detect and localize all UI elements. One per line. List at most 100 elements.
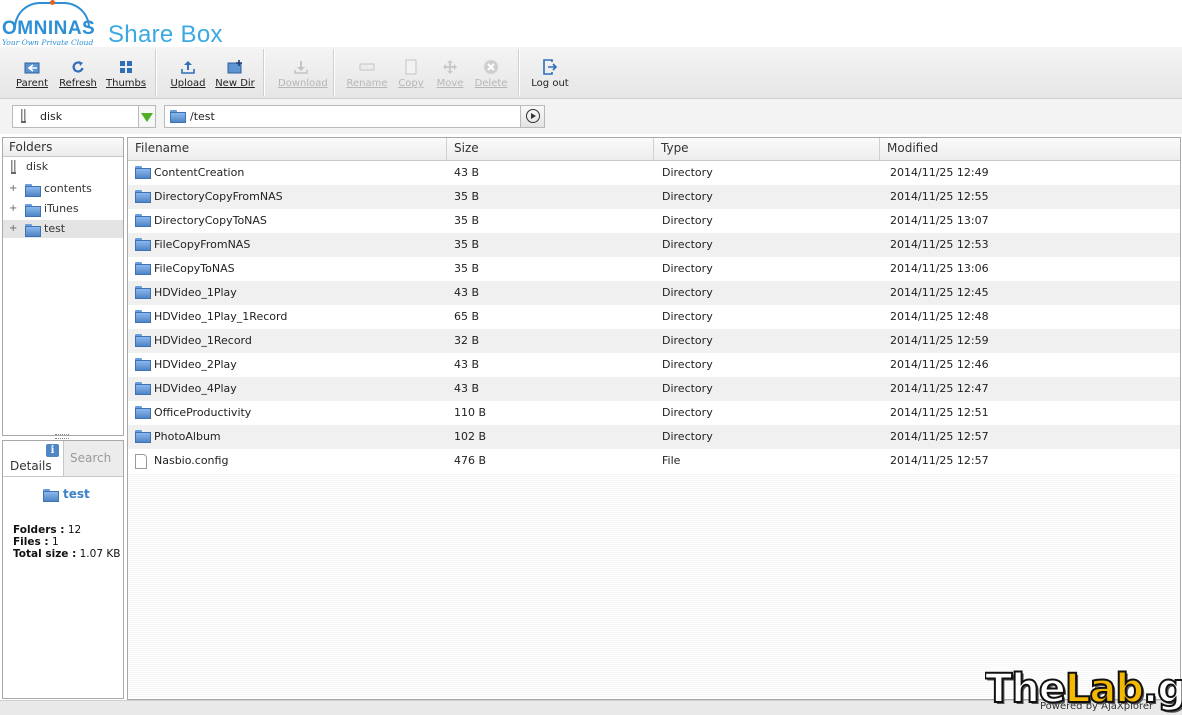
size-cell: 65 B [454,310,480,323]
tab-search[interactable]: Search [64,441,123,476]
drive-select[interactable]: disk [12,105,156,128]
table-row[interactable]: HDVideo_1Record 32 B Directory 2014/11/25 1… [128,329,1180,353]
rename-button[interactable]: Rename [346,47,388,97]
logo-dot-icon [50,0,55,5]
filename-cell: Nasbio.config [154,454,229,467]
table-row[interactable]: FileCopyToNAS 35 B Directory 2014/11/25 13:… [128,257,1180,281]
table-row[interactable]: ContentCreation 43 B Directory 2014/11/25 1… [128,161,1180,185]
file-list-panel: Filename Size Type Modified ContentCreat… [127,137,1181,700]
modified-cell: 2014/11/25 12:46 [890,358,989,371]
table-row[interactable]: HDVideo_4Play 43 B Directory 2014/11/25 12:… [128,377,1180,401]
folder-icon [135,166,151,179]
filename-cell: HDVideo_4Play [154,382,237,395]
thumbs-button[interactable]: Thumbs [106,47,146,97]
modified-cell: 2014/11/25 12:47 [890,382,989,395]
thumbs-label: Thumbs [106,78,147,89]
table-row[interactable]: PhotoAlbum 102 B Directory 2014/11/25 12:57 [128,425,1180,449]
move-button[interactable]: Move [434,47,466,97]
table-row[interactable]: HDVideo_1Play 43 B Directory 2014/11/25 12:… [128,281,1180,305]
folder-icon [25,204,41,217]
size-cell: 43 B [454,382,480,395]
filename-cell: FileCopyToNAS [154,262,235,275]
size-cell: 43 B [454,286,480,299]
delete-button[interactable]: Delete [472,47,510,97]
type-cell: Directory [662,382,713,395]
type-cell: Directory [662,286,713,299]
folder-icon [135,358,151,371]
path-value: /test [190,110,215,123]
filename-cell: OfficeProductivity [154,406,252,419]
download-button[interactable]: Download [278,47,328,97]
column-header-type[interactable]: Type [654,138,880,160]
folder-icon [135,238,151,251]
modified-cell: 2014/11/25 13:07 [890,214,989,227]
modified-cell: 2014/11/25 13:06 [890,262,989,275]
tree-item-test[interactable]: + test [3,220,123,238]
thelab-watermark: TheLab.gr [985,664,1182,714]
folder-icon [43,489,59,502]
new-dir-button[interactable]: New Dir [214,47,256,97]
table-row[interactable]: FileCopyFromNAS 35 B Directory 2014/11/25 1… [128,233,1180,257]
filename-cell: DirectoryCopyFromNAS [154,190,283,203]
disk-icon [11,160,16,174]
expand-icon[interactable]: + [9,180,17,198]
table-row[interactable]: HDVideo_2Play 43 B Directory 2014/11/25 12:… [128,353,1180,377]
folder-icon [135,214,151,227]
expand-icon[interactable]: + [9,220,17,238]
path-input[interactable]: /test [164,105,521,128]
expand-icon[interactable]: + [9,200,17,218]
upload-icon [181,61,195,74]
column-header-modified[interactable]: Modified [880,138,1180,160]
modified-cell: 2014/11/25 12:51 [890,406,989,419]
toolbar-separator [263,49,265,96]
details-tabs: i Details Search [3,441,123,477]
modified-cell: 2014/11/25 12:57 [890,454,989,467]
refresh-button[interactable]: Refresh [58,47,98,97]
type-cell: Directory [662,238,713,251]
column-header-size[interactable]: Size [447,138,654,160]
new-folder-icon [227,60,242,74]
table-row[interactable]: DirectoryCopyFromNAS 35 B Directory 2014/11… [128,185,1180,209]
rename-icon [359,63,375,71]
dropdown-arrow-icon[interactable] [138,106,155,127]
modified-cell: 2014/11/25 12:45 [890,286,989,299]
logout-icon [543,59,558,75]
parent-button[interactable]: Parent [12,47,52,97]
folder-icon [135,430,151,443]
filename-cell: HDVideo_1Play_1Record [154,310,288,323]
upload-button[interactable]: Upload [168,47,208,97]
size-cell: 43 B [454,166,480,179]
table-row[interactable]: OfficeProductivity 110 B Directory 2014/11/… [128,401,1180,425]
toolbar-separator [333,49,335,96]
panel-splitter-grip[interactable] [55,434,69,439]
tree-item-disk[interactable]: disk [3,158,123,176]
type-cell: Directory [662,334,713,347]
files-count-label: Files : [13,536,49,548]
go-button[interactable] [520,105,545,128]
tree-item-label: iTunes [44,202,79,215]
tree-item-contents[interactable]: + contents [3,180,123,198]
table-row[interactable]: Nasbio.config 476 B File 2014/11/25 12:57 [128,449,1180,473]
size-cell: 32 B [454,334,480,347]
logout-label: Log out [531,78,569,89]
logout-button[interactable]: Log out [530,47,570,97]
folder-icon [135,310,151,323]
table-row[interactable]: HDVideo_1Play_1Record 65 B Directory 2014/1… [128,305,1180,329]
type-cell: Directory [662,214,713,227]
folders-count-value: 12 [67,524,82,536]
download-icon [294,61,308,74]
table-row[interactable]: DirectoryCopyToNAS 35 B Directory 2014/11/2… [128,209,1180,233]
tree-item-itunes[interactable]: + iTunes [3,200,123,218]
size-cell: 476 B [454,454,487,467]
copy-label: Copy [398,78,424,89]
tab-details[interactable]: i Details [3,441,64,476]
toolbar-separator [518,49,520,96]
tree-item-label: test [44,222,66,235]
copy-button[interactable]: Copy [394,47,428,97]
folder-icon [135,334,151,347]
folders-count-label: Folders : [13,524,65,536]
info-icon: i [46,444,59,457]
modified-cell: 2014/11/25 12:48 [890,310,989,323]
play-circle-icon [526,109,540,123]
column-header-filename[interactable]: Filename [128,138,447,160]
